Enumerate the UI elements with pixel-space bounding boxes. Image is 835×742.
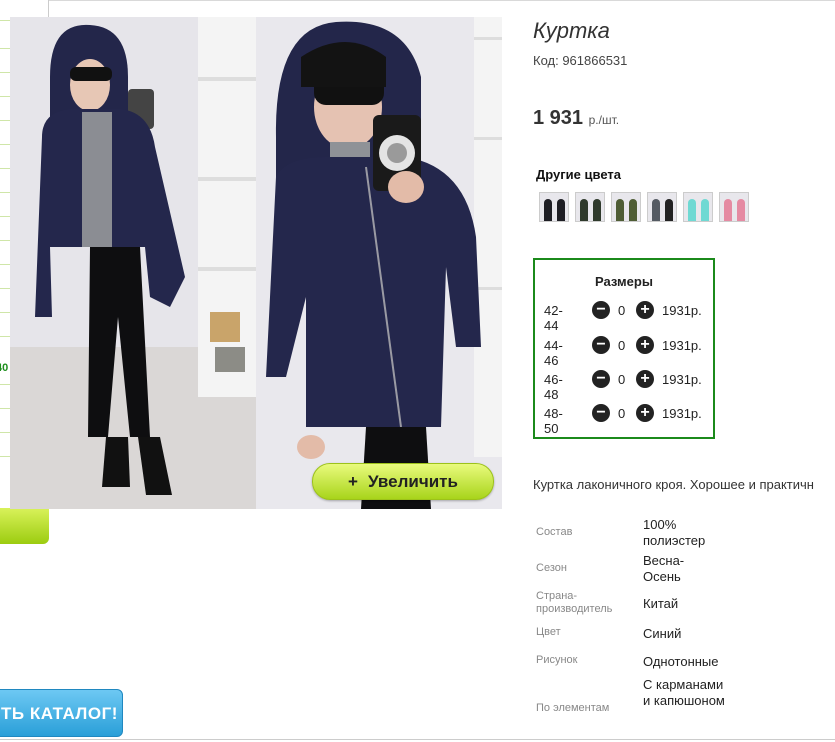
spec-value: Китай [643,596,679,611]
zoom-button-label: Увеличить [367,472,458,491]
spec-value: Весна-Осень [643,553,685,584]
product-title: Куртка [533,18,610,43]
size-label: 46-48 [544,372,563,402]
plus-icon: + [348,472,358,491]
spec-label: Состав [536,526,573,538]
plus-icon[interactable]: + [636,301,654,319]
size-quantity[interactable]: 0 [618,338,625,353]
divider [48,0,835,1]
color-swatches [539,192,749,222]
sizes-panel: Размеры 42-44 − 0 + 1931р. 44-46 − 0 + 1… [533,258,715,439]
spec-label: Сезон [536,562,567,574]
zoom-button[interactable]: + Увеличить [312,463,494,500]
divider [48,0,49,17]
price-value: 1 931 [533,107,584,129]
plus-icon[interactable]: + [636,336,654,354]
color-swatch-dark-green[interactable] [575,192,605,222]
product-description: Куртка лаконичного кроя. Хорошее и практ… [533,477,814,492]
product-photo-full-length[interactable] [10,17,256,509]
color-swatch-olive[interactable] [611,192,641,222]
plus-icon[interactable]: + [636,370,654,388]
color-swatch-pink[interactable] [719,192,749,222]
size-price: 1931р. [662,372,702,387]
divider [0,739,835,740]
minus-icon[interactable]: − [592,301,610,319]
minus-icon[interactable]: − [592,370,610,388]
product-code: Код: 961866531 [533,53,628,68]
spec-label: Цвет [536,626,561,638]
plus-icon[interactable]: + [636,404,654,422]
size-quantity[interactable]: 0 [618,372,625,387]
spec-value: 100% полиэстер [643,517,706,548]
size-label: 48-50 [544,406,563,436]
sidebar-fragment-text: 40 [0,362,9,374]
spec-value: С карманами и капюшоном [643,677,725,708]
color-swatch-grey[interactable] [647,192,677,222]
other-colors-title: Другие цвета [536,167,621,182]
color-swatch-black[interactable] [539,192,569,222]
spec-value: Однотонные [643,654,719,669]
color-swatch-mint[interactable] [683,192,713,222]
size-price: 1931р. [662,303,702,318]
catalog-button[interactable]: ТЬ КАТАЛОГ! [0,689,123,737]
spec-label: Страна-производитель [536,590,613,615]
sizes-title: Размеры [595,274,653,289]
spec-value: Синий [643,626,682,641]
product-photo-closeup[interactable] [256,17,502,509]
price-unit: р./шт. [588,113,620,127]
size-quantity[interactable]: 0 [618,303,625,318]
spec-label: Рисунок [536,654,578,666]
size-quantity[interactable]: 0 [618,406,625,421]
product-price: 1 931 р./шт. [533,107,619,130]
size-price: 1931р. [662,406,702,421]
size-price: 1931р. [662,338,702,353]
minus-icon[interactable]: − [592,336,610,354]
minus-icon[interactable]: − [592,404,610,422]
size-label: 42-44 [544,303,563,333]
sidebar-green-button[interactable] [0,508,49,544]
spec-label: По элементам [536,702,610,714]
size-label: 44-46 [544,338,563,368]
